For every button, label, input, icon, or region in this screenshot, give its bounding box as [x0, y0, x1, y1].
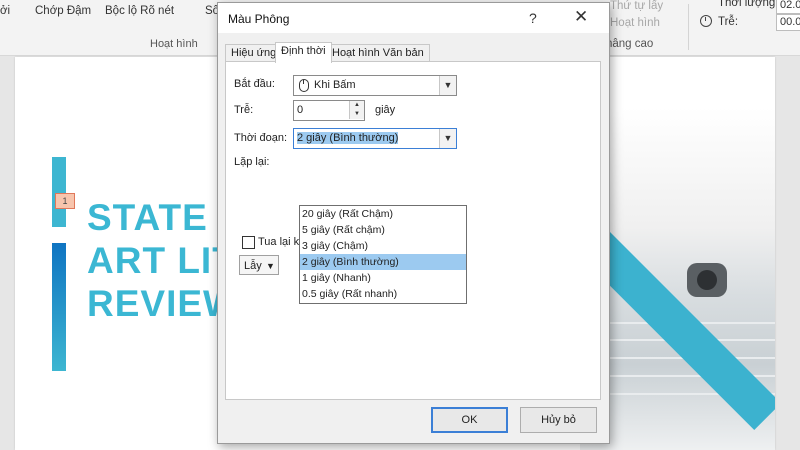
duration-select[interactable]: 2 giây (Bình thường) ▼ [293, 128, 457, 149]
trigger-button[interactable]: Lẫy ▼ [239, 255, 279, 275]
spin-up-icon[interactable]: ▲ [349, 101, 364, 110]
ribbon-animation-painter[interactable]: Hoạt hình [610, 17, 660, 29]
font-color-dialog: Màu Phông ? ✕ Hiệu ứng Định thời Hoạt hì… [217, 2, 610, 444]
delay-label: Trễ: [234, 104, 254, 116]
accent-bar-top [52, 157, 66, 227]
ribbon-animation-reveal-sharp[interactable]: Bộc lộ Rõ nét [105, 5, 174, 17]
duration-dropdown-list: 20 giây (Rất Chậm) 5 giây (Rất chậm) 3 g… [299, 205, 467, 304]
tab-text-animation[interactable]: Hoạt hình Văn bản [326, 44, 430, 62]
help-button[interactable]: ? [529, 10, 537, 26]
spin-down-icon[interactable]: ▼ [349, 110, 364, 119]
ribbon-animation-flash-bold[interactable]: Chớp Đậm [35, 5, 91, 17]
ok-button[interactable]: OK [431, 407, 508, 433]
repeat-label: Lặp lại: [234, 156, 270, 168]
ribbon-animation-partial[interactable]: ởi [0, 5, 10, 17]
tab-effect[interactable]: Hiệu ứng [225, 44, 283, 62]
slide-title-line-2[interactable]: ART LIT [87, 240, 236, 282]
animation-order-badge[interactable]: 1 [55, 193, 75, 209]
dialog-title: Màu Phông [228, 12, 290, 26]
mouse-icon [299, 79, 309, 92]
duration-option[interactable]: 3 giây (Chậm) [300, 238, 466, 254]
clock-icon [700, 15, 712, 27]
duration-option[interactable]: 5 giây (Rất chậm) [300, 222, 466, 238]
duration-option[interactable]: 20 giây (Rất Chậm) [300, 206, 466, 222]
delay-spinner[interactable]: 0 ▲ ▼ [293, 100, 365, 121]
chevron-down-icon[interactable]: ▼ [439, 129, 456, 148]
ribbon-advanced-group-label: nâng cao [606, 38, 654, 50]
close-button[interactable]: ✕ [574, 7, 588, 27]
ribbon-duration-label: Thời lượng: [718, 0, 779, 9]
delay-unit: giây [375, 104, 396, 116]
duration-value: 2 giây (Bình thường) [297, 132, 399, 144]
duration-option[interactable]: 1 giây (Nhanh) [300, 270, 466, 286]
double-chevron-down-icon: ▼ [266, 261, 275, 271]
ribbon-duration-input[interactable]: 02.0 [776, 0, 800, 14]
cancel-button[interactable]: Hủy bỏ [520, 407, 597, 433]
camera-lens-image [687, 263, 727, 297]
dialog-titlebar[interactable]: Màu Phông ? ✕ [218, 3, 609, 33]
trigger-label: Lẫy [244, 260, 262, 272]
start-value: Khi Bấm [314, 79, 356, 91]
ribbon-separator [688, 4, 689, 50]
duration-label: Thời đoạn: [234, 132, 288, 144]
start-label: Bắt đầu: [234, 78, 275, 90]
ribbon-delay-label: Trễ: [718, 16, 739, 28]
duration-option[interactable]: 0.5 giây (Rất nhanh) [300, 286, 466, 302]
ribbon-delay-input[interactable]: 00.0 [776, 14, 800, 31]
delay-value: 0 [297, 104, 304, 116]
start-select[interactable]: Khi Bấm ▼ [293, 75, 457, 96]
accent-bar-bottom [52, 243, 66, 371]
timing-panel: Bắt đầu: Khi Bấm ▼ Trễ: 0 ▲ ▼ giây Thời … [225, 61, 601, 400]
ribbon-reorder-label[interactable]: Thứ tự lấy [610, 0, 663, 12]
ribbon-group-label: Hoạt hình [150, 38, 198, 50]
chevron-down-icon[interactable]: ▼ [439, 76, 456, 95]
rewind-checkbox[interactable] [242, 236, 255, 249]
tab-timing[interactable]: Định thời [275, 42, 332, 63]
duration-option-selected[interactable]: 2 giây (Bình thường) [300, 254, 466, 270]
